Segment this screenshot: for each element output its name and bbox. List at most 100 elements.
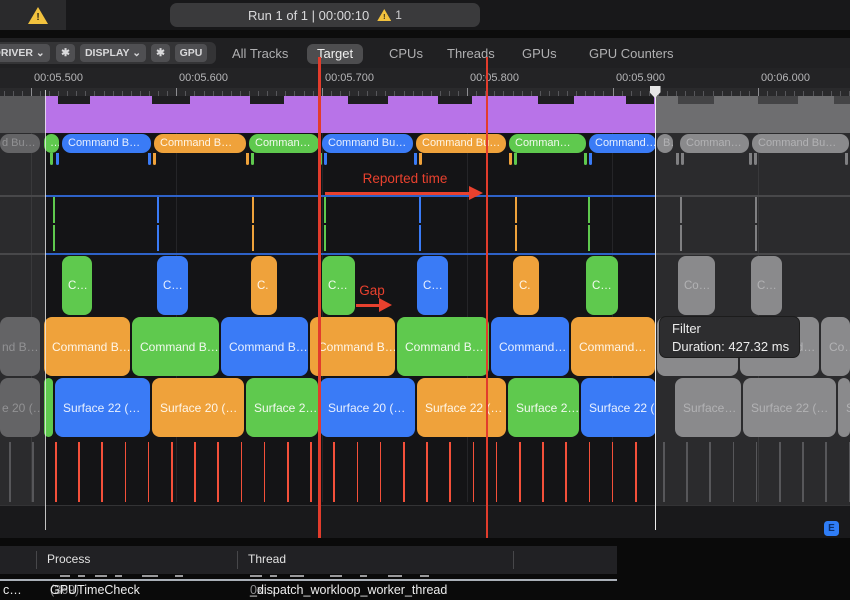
ruler-tick — [758, 88, 759, 96]
timeline-track-area[interactable]: 00:05.50000:05.60000:05.70000:05.80000:0… — [0, 68, 850, 538]
command-buffer-pill[interactable]: Comman… — [680, 134, 749, 153]
command-buffer-pill[interactable]: Comman… — [509, 134, 586, 153]
command-buffer-pill[interactable]: Command… — [589, 134, 656, 153]
encoder-tick — [414, 153, 417, 165]
vsync-tick — [194, 442, 196, 502]
vsync-tick-dim — [686, 442, 688, 502]
compute-block[interactable]: C… — [751, 256, 782, 315]
vsync-tick — [565, 442, 567, 502]
warning-icon[interactable]: ! — [28, 7, 48, 24]
gap-arrow-line — [356, 304, 381, 307]
ruler-tick — [467, 88, 468, 96]
encoder-tick — [749, 153, 752, 165]
time-ruler[interactable]: 00:05.50000:05.60000:05.70000:05.80000:0… — [0, 68, 850, 88]
column-header[interactable]: Thread — [248, 552, 286, 566]
surface-block[interactable]: Surface 2… — [246, 378, 318, 437]
command-buffer-block[interactable]: Co… — [821, 317, 850, 376]
command-buffer-block[interactable]: Command B… — [310, 317, 395, 376]
command-buffer-block[interactable]: Command B… — [132, 317, 219, 376]
gpu-track-notch — [58, 96, 90, 104]
ruler-time-label: 00:05.800 — [470, 72, 519, 84]
command-buffer-pill[interactable]: Comman… — [249, 134, 319, 153]
clipped-text-fragment — [330, 575, 342, 577]
interval-track[interactable] — [0, 195, 850, 255]
command-buffer-block[interactable]: nd B… — [0, 317, 40, 376]
compute-block[interactable]: C. — [251, 256, 277, 315]
compute-block[interactable]: C… — [322, 256, 355, 315]
vsync-tick — [612, 442, 614, 502]
tab-all-tracks[interactable]: All Tracks — [232, 44, 288, 64]
playhead-line[interactable] — [655, 88, 657, 530]
compute-block[interactable]: C… — [586, 256, 618, 315]
table-row[interactable]: c… GPUTimeCheck (369) _dispatch_workloop… — [0, 581, 640, 600]
surface-block[interactable]: Surface 2… — [508, 378, 579, 437]
compute-block[interactable]: C… — [417, 256, 448, 315]
command-buffer-block[interactable]: Command B… — [44, 317, 130, 376]
surface-block[interactable]: Surface 20 (… — [152, 378, 244, 437]
surface-block[interactable]: Surface 22 (… — [417, 378, 506, 437]
vsync-tick-dim — [779, 442, 781, 502]
compute-block[interactable]: C… — [62, 256, 92, 315]
tab-cpus[interactable]: CPUs — [389, 44, 423, 64]
ruler-time-label: 00:05.500 — [34, 72, 83, 84]
column-separator[interactable] — [237, 551, 238, 569]
interval-tick — [680, 225, 682, 251]
encoder-tick — [251, 153, 254, 165]
command-buffer-pill[interactable]: Command Bu… — [752, 134, 849, 153]
command-buffer-pill[interactable]: … — [44, 134, 59, 153]
time-ruler-ticks — [0, 88, 850, 96]
e-badge[interactable]: E — [824, 521, 839, 536]
command-buffer-pill[interactable]: B… — [657, 134, 673, 153]
clipped-text-fragment — [78, 575, 85, 577]
gpu-track-notch — [152, 96, 190, 104]
compute-block[interactable]: C… — [157, 256, 188, 315]
compute-block[interactable]: C. — [513, 256, 539, 315]
column-separator[interactable] — [36, 551, 37, 569]
filter-button[interactable]: ✱ — [151, 44, 170, 62]
encoder-tick — [584, 153, 587, 165]
tab-target[interactable]: Target — [307, 44, 363, 64]
command-buffer-pill[interactable]: Command B… — [154, 134, 246, 153]
surface-block[interactable]: Surface 22 (… — [743, 378, 836, 437]
filter-button[interactable]: ✱ — [56, 44, 75, 62]
tab-gpu-counters[interactable]: GPU Counters — [589, 44, 674, 64]
vsync-tick — [380, 442, 382, 502]
vsync-tick — [496, 442, 498, 502]
selection-start-line[interactable] — [45, 90, 46, 530]
surface-block[interactable]: Surface 20 (… — [320, 378, 415, 437]
vsync-tick-dim — [9, 442, 11, 502]
command-buffer-block[interactable]: Command… — [491, 317, 569, 376]
run-status-pill[interactable]: Run 1 of 1 | 00:00:10 ! 1 — [170, 3, 480, 27]
surface-block[interactable]: Surface 22 (… — [55, 378, 150, 437]
vsync-tick — [519, 442, 521, 502]
command-buffer-pill[interactable]: d Bu… — [0, 134, 40, 153]
command-buffer-pill[interactable]: Command Bu… — [322, 134, 413, 153]
command-buffer-block[interactable]: Command B… — [221, 317, 308, 376]
surface-block[interactable]: S… — [838, 378, 850, 437]
compute-block[interactable]: Co… — [678, 256, 715, 315]
track-separator — [656, 195, 850, 197]
filter-button[interactable]: DISPLAY ⌄ — [80, 44, 146, 62]
command-buffer-pill[interactable]: Command B… — [62, 134, 151, 153]
command-buffer-block[interactable]: Command B… — [397, 317, 489, 376]
filter-button[interactable]: DRIVER ⌄ — [0, 44, 50, 62]
vsync-tick — [264, 442, 266, 502]
detail-table-header[interactable]: Process Thread — [0, 546, 617, 574]
tab-gpus[interactable]: GPUs — [522, 44, 557, 64]
filter-button[interactable]: GPU — [175, 44, 207, 62]
compute-track[interactable]: C… C… C. C… C… C. C… Co… C… — [0, 256, 850, 315]
command-buffer-track[interactable]: d Bu……Command B…Command B…Comman…Command… — [0, 134, 850, 153]
column-separator[interactable] — [513, 551, 514, 569]
surface-block[interactable]: Surface… — [675, 378, 741, 437]
command-buffer-pill[interactable]: Command Bu… — [416, 134, 506, 153]
column-header[interactable]: Process — [47, 552, 90, 566]
encoder-tick — [246, 153, 249, 165]
command-buffer-block[interactable]: Command… — [571, 317, 655, 376]
surface-track[interactable]: e 20 (…Surface 22 (…Surface 20 (…Surface… — [0, 378, 850, 437]
surface-block[interactable]: Surface 22 (… — [581, 378, 656, 437]
surface-block[interactable]: e 20 (… — [0, 378, 40, 437]
interval-tick — [515, 225, 517, 251]
interval-tick — [252, 225, 254, 251]
run-warning-group[interactable]: ! 1 — [377, 8, 402, 22]
gpu-track-notch — [348, 96, 388, 104]
